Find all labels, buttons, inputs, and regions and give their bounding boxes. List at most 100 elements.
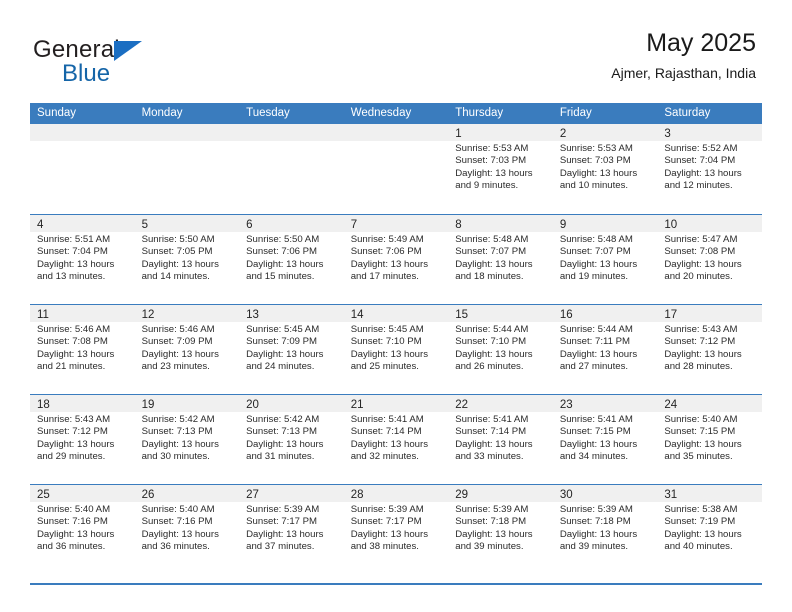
calendar-day-cell[interactable]: 6 Sunrise: 5:50 AM Sunset: 7:06 PM Daylight… (239, 215, 344, 304)
sunrise-time: Sunrise: 5:44 AM (455, 324, 529, 335)
date-strip (343, 124, 449, 141)
date-strip: 1 (448, 124, 553, 141)
calendar-day-cell[interactable]: 30 Sunrise: 5:39 AM Sunset: 7:18 PM Dayligh… (552, 485, 658, 574)
day-detail: Sunrise: 5:39 AM Sunset: 7:17 PM Daylight:… (344, 502, 449, 554)
date-strip: 27 (239, 485, 344, 502)
dow-friday: Friday (559, 107, 592, 119)
daylight-duration-line-2: and 35 minutes. (664, 451, 733, 463)
date-strip: 8 (448, 215, 553, 232)
calendar-day-cell[interactable]: 20 Sunrise: 5:42 AM Sunset: 7:13 PM Dayligh… (239, 395, 344, 484)
daylight-duration-line-1: Daylight: 13 hours (664, 528, 742, 540)
daylight-duration-line-1: Daylight: 13 hours (246, 258, 324, 270)
sunrise-time: Sunrise: 5:41 AM (559, 414, 633, 425)
day-detail: Sunrise: 5:39 AM Sunset: 7:17 PM Daylight:… (239, 502, 344, 554)
daylight-duration-line-1: Daylight: 13 hours (350, 438, 429, 450)
sunrise-time: Sunrise: 5:50 AM (246, 234, 320, 245)
sunrise-time: Sunrise: 5:39 AM (559, 504, 633, 515)
day-detail: Sunrise: 5:42 AM Sunset: 7:13 PM Daylight:… (239, 412, 344, 464)
calendar-week-row: 1 Sunrise: 5:53 AM Sunset: 7:03 PM Daylight… (30, 124, 762, 214)
date-strip: 18 (30, 395, 135, 412)
calendar-day-cell[interactable]: 19 Sunrise: 5:42 AM Sunset: 7:13 PM Dayligh… (134, 395, 240, 484)
daylight-duration-line-2: and 38 minutes. (350, 541, 419, 553)
daylight-duration-line-1: Daylight: 13 hours (37, 528, 115, 540)
calendar-day-cell[interactable]: 12 Sunrise: 5:46 AM Sunset: 7:09 PM Dayligh… (134, 305, 240, 394)
daylight-duration-line-2: and 39 minutes. (559, 541, 629, 553)
daylight-duration-line-2: and 15 minutes. (246, 271, 315, 283)
sunrise-time: Sunrise: 5:45 AM (350, 324, 424, 335)
daylight-duration-line-1: Daylight: 13 hours (559, 528, 638, 540)
date-number: 4 (37, 219, 44, 231)
date-strip: 30 (552, 485, 658, 502)
calendar-day-cell[interactable]: 16 Sunrise: 5:44 AM Sunset: 7:11 PM Dayligh… (552, 305, 658, 394)
calendar-day-cell[interactable]: 13 Sunrise: 5:45 AM Sunset: 7:09 PM Dayligh… (239, 305, 344, 394)
sunset-time: Sunset: 7:12 PM (664, 336, 736, 348)
day-detail: Sunrise: 5:43 AM Sunset: 7:12 PM Daylight:… (30, 412, 135, 464)
calendar-day-cell[interactable]: 25 Sunrise: 5:40 AM Sunset: 7:16 PM Dayligh… (30, 485, 135, 574)
date-number: 27 (246, 489, 259, 501)
sunrise-time: Sunrise: 5:40 AM (664, 414, 738, 425)
calendar-day-cell[interactable]: 14 Sunrise: 5:45 AM Sunset: 7:10 PM Dayligh… (343, 305, 449, 394)
date-number: 11 (37, 309, 49, 321)
daylight-duration-line-2: and 13 minutes. (37, 271, 106, 283)
day-detail: Sunrise: 5:41 AM Sunset: 7:14 PM Daylight:… (448, 412, 553, 464)
calendar-day-cell[interactable]: 10 Sunrise: 5:47 AM Sunset: 7:08 PM Dayligh… (657, 215, 762, 304)
calendar-day-cell[interactable]: 8 Sunrise: 5:48 AM Sunset: 7:07 PM Daylight… (448, 215, 553, 304)
calendar-day-cell[interactable]: 24 Sunrise: 5:40 AM Sunset: 7:15 PM Dayligh… (657, 395, 762, 484)
page-header: General Blue May 2025 Ajmer, Rajasthan, … (0, 0, 792, 100)
date-number: 24 (664, 399, 678, 411)
calendar-day-cell[interactable]: 29 Sunrise: 5:39 AM Sunset: 7:18 PM Dayligh… (448, 485, 553, 574)
date-strip: 22 (448, 395, 553, 412)
day-detail: Sunrise: 5:44 AM Sunset: 7:11 PM Daylight:… (553, 322, 658, 374)
date-strip: 24 (657, 395, 762, 412)
calendar-day-cell[interactable]: 4 Sunrise: 5:51 AM Sunset: 7:04 PM Daylight… (30, 215, 135, 304)
daylight-duration-line-2: and 10 minutes. (559, 180, 629, 192)
calendar-day-cell[interactable]: 28 Sunrise: 5:39 AM Sunset: 7:17 PM Dayligh… (343, 485, 449, 574)
calendar-day-cell[interactable]: 11 Sunrise: 5:46 AM Sunset: 7:08 PM Dayligh… (30, 305, 135, 394)
calendar-day-cell[interactable]: 3 Sunrise: 5:52 AM Sunset: 7:04 PM Daylight… (657, 124, 762, 214)
calendar-day-cell[interactable]: 31 Sunrise: 5:38 AM Sunset: 7:19 PM Dayligh… (657, 485, 762, 574)
date-strip (239, 124, 344, 141)
day-detail: Sunrise: 5:38 AM Sunset: 7:19 PM Daylight:… (657, 502, 762, 554)
date-number: 30 (559, 489, 573, 501)
sunrise-time: Sunrise: 5:38 AM (664, 504, 738, 515)
daylight-duration-line-1: Daylight: 13 hours (455, 167, 533, 179)
date-number: 31 (664, 489, 678, 501)
calendar-day-cell[interactable]: 7 Sunrise: 5:49 AM Sunset: 7:06 PM Daylight… (343, 215, 449, 304)
calendar-day-cell[interactable]: 27 Sunrise: 5:39 AM Sunset: 7:17 PM Dayligh… (239, 485, 344, 574)
daylight-duration-line-2: and 17 minutes. (350, 271, 419, 283)
day-detail: Sunrise: 5:40 AM Sunset: 7:16 PM Daylight:… (135, 502, 240, 554)
date-strip: 9 (552, 215, 658, 232)
date-number: 19 (141, 399, 155, 411)
date-number: 3 (664, 128, 671, 140)
calendar-day-cell[interactable]: 2 Sunrise: 5:53 AM Sunset: 7:03 PM Daylight… (552, 124, 658, 214)
title-block: May 2025 Ajmer, Rajasthan, India (611, 28, 756, 82)
calendar-day-cell[interactable]: 17 Sunrise: 5:43 AM Sunset: 7:12 PM Dayligh… (657, 305, 762, 394)
calendar-day-cell[interactable]: 15 Sunrise: 5:44 AM Sunset: 7:10 PM Dayligh… (448, 305, 553, 394)
calendar-day-cell[interactable]: 23 Sunrise: 5:41 AM Sunset: 7:15 PM Dayligh… (552, 395, 658, 484)
calendar-day-cell[interactable]: 5 Sunrise: 5:50 AM Sunset: 7:05 PM Daylight… (134, 215, 240, 304)
calendar-day-cell[interactable]: 26 Sunrise: 5:40 AM Sunset: 7:16 PM Dayligh… (134, 485, 240, 574)
date-strip: 4 (30, 215, 135, 232)
date-strip: 28 (343, 485, 449, 502)
calendar-day-cell[interactable]: 9 Sunrise: 5:48 AM Sunset: 7:07 PM Daylight… (552, 215, 658, 304)
daylight-duration-line-1: Daylight: 13 hours (664, 348, 742, 360)
sunrise-time: Sunrise: 5:50 AM (141, 234, 215, 245)
daylight-duration-line-2: and 29 minutes. (37, 451, 106, 463)
brand-logo[interactable]: General Blue (33, 36, 253, 92)
sunrise-time: Sunrise: 5:48 AM (559, 234, 633, 245)
calendar-day-cell[interactable]: 1 Sunrise: 5:53 AM Sunset: 7:03 PM Daylight… (448, 124, 553, 214)
page-subtitle: Ajmer, Rajasthan, India (611, 65, 756, 81)
calendar-day-cell[interactable]: 21 Sunrise: 5:41 AM Sunset: 7:14 PM Dayligh… (343, 395, 449, 484)
date-strip (134, 124, 240, 141)
sunset-time: Sunset: 7:13 PM (246, 426, 318, 438)
daylight-duration-line-1: Daylight: 13 hours (664, 438, 742, 450)
date-number: 18 (37, 399, 50, 411)
date-strip: 20 (239, 395, 344, 412)
sunset-time: Sunset: 7:15 PM (664, 426, 736, 438)
daylight-duration-line-1: Daylight: 13 hours (350, 528, 429, 540)
daylight-duration-line-2: and 25 minutes. (350, 361, 419, 373)
calendar-day-cell[interactable]: 22 Sunrise: 5:41 AM Sunset: 7:14 PM Dayligh… (448, 395, 553, 484)
calendar-day-cell[interactable]: 18 Sunrise: 5:43 AM Sunset: 7:12 PM Dayligh… (30, 395, 135, 484)
date-strip: 10 (657, 215, 762, 232)
daylight-duration-line-1: Daylight: 13 hours (350, 258, 429, 270)
